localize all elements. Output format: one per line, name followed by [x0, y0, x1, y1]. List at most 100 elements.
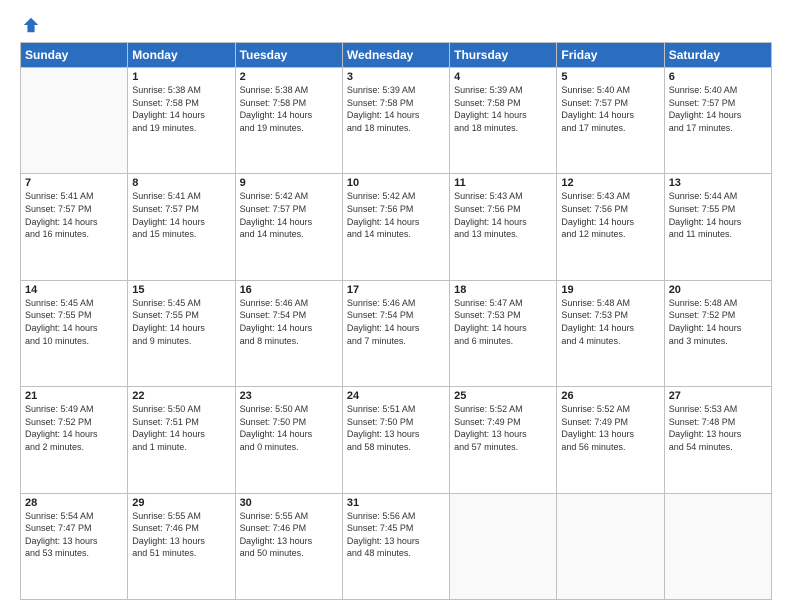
day-number: 25	[454, 390, 552, 402]
day-number: 19	[561, 284, 659, 296]
day-cell: 21Sunrise: 5:49 AM Sunset: 7:52 PM Dayli…	[21, 387, 128, 493]
day-cell: 24Sunrise: 5:51 AM Sunset: 7:50 PM Dayli…	[342, 387, 449, 493]
day-info: Sunrise: 5:44 AM Sunset: 7:55 PM Dayligh…	[669, 190, 767, 240]
day-info: Sunrise: 5:41 AM Sunset: 7:57 PM Dayligh…	[132, 190, 230, 240]
week-row-2: 14Sunrise: 5:45 AM Sunset: 7:55 PM Dayli…	[21, 280, 772, 386]
day-number: 4	[454, 71, 552, 83]
day-number: 29	[132, 497, 230, 509]
day-cell: 16Sunrise: 5:46 AM Sunset: 7:54 PM Dayli…	[235, 280, 342, 386]
day-cell: 7Sunrise: 5:41 AM Sunset: 7:57 PM Daylig…	[21, 174, 128, 280]
day-number: 17	[347, 284, 445, 296]
day-info: Sunrise: 5:50 AM Sunset: 7:50 PM Dayligh…	[240, 403, 338, 453]
day-number: 11	[454, 177, 552, 189]
week-row-0: 1Sunrise: 5:38 AM Sunset: 7:58 PM Daylig…	[21, 68, 772, 174]
day-cell: 23Sunrise: 5:50 AM Sunset: 7:50 PM Dayli…	[235, 387, 342, 493]
day-cell: 22Sunrise: 5:50 AM Sunset: 7:51 PM Dayli…	[128, 387, 235, 493]
day-number: 1	[132, 71, 230, 83]
day-number: 2	[240, 71, 338, 83]
day-number: 24	[347, 390, 445, 402]
day-cell	[557, 493, 664, 599]
day-info: Sunrise: 5:51 AM Sunset: 7:50 PM Dayligh…	[347, 403, 445, 453]
day-info: Sunrise: 5:42 AM Sunset: 7:57 PM Dayligh…	[240, 190, 338, 240]
day-cell: 19Sunrise: 5:48 AM Sunset: 7:53 PM Dayli…	[557, 280, 664, 386]
day-cell: 30Sunrise: 5:55 AM Sunset: 7:46 PM Dayli…	[235, 493, 342, 599]
day-number: 31	[347, 497, 445, 509]
col-header-friday: Friday	[557, 43, 664, 68]
day-info: Sunrise: 5:45 AM Sunset: 7:55 PM Dayligh…	[25, 297, 123, 347]
day-cell: 1Sunrise: 5:38 AM Sunset: 7:58 PM Daylig…	[128, 68, 235, 174]
day-cell: 12Sunrise: 5:43 AM Sunset: 7:56 PM Dayli…	[557, 174, 664, 280]
day-number: 16	[240, 284, 338, 296]
day-number: 23	[240, 390, 338, 402]
day-cell: 8Sunrise: 5:41 AM Sunset: 7:57 PM Daylig…	[128, 174, 235, 280]
day-info: Sunrise: 5:46 AM Sunset: 7:54 PM Dayligh…	[347, 297, 445, 347]
header	[20, 16, 772, 34]
col-header-tuesday: Tuesday	[235, 43, 342, 68]
day-info: Sunrise: 5:52 AM Sunset: 7:49 PM Dayligh…	[454, 403, 552, 453]
day-cell: 3Sunrise: 5:39 AM Sunset: 7:58 PM Daylig…	[342, 68, 449, 174]
day-number: 10	[347, 177, 445, 189]
day-cell: 2Sunrise: 5:38 AM Sunset: 7:58 PM Daylig…	[235, 68, 342, 174]
day-cell: 10Sunrise: 5:42 AM Sunset: 7:56 PM Dayli…	[342, 174, 449, 280]
day-cell: 6Sunrise: 5:40 AM Sunset: 7:57 PM Daylig…	[664, 68, 771, 174]
day-info: Sunrise: 5:47 AM Sunset: 7:53 PM Dayligh…	[454, 297, 552, 347]
day-number: 14	[25, 284, 123, 296]
day-number: 28	[25, 497, 123, 509]
day-info: Sunrise: 5:42 AM Sunset: 7:56 PM Dayligh…	[347, 190, 445, 240]
day-info: Sunrise: 5:50 AM Sunset: 7:51 PM Dayligh…	[132, 403, 230, 453]
logo-icon	[22, 16, 40, 34]
calendar-table: SundayMondayTuesdayWednesdayThursdayFrid…	[20, 42, 772, 600]
day-number: 9	[240, 177, 338, 189]
day-info: Sunrise: 5:54 AM Sunset: 7:47 PM Dayligh…	[25, 510, 123, 560]
day-number: 27	[669, 390, 767, 402]
day-number: 22	[132, 390, 230, 402]
day-info: Sunrise: 5:39 AM Sunset: 7:58 PM Dayligh…	[454, 84, 552, 134]
day-cell: 27Sunrise: 5:53 AM Sunset: 7:48 PM Dayli…	[664, 387, 771, 493]
week-row-3: 21Sunrise: 5:49 AM Sunset: 7:52 PM Dayli…	[21, 387, 772, 493]
day-cell: 28Sunrise: 5:54 AM Sunset: 7:47 PM Dayli…	[21, 493, 128, 599]
day-cell: 15Sunrise: 5:45 AM Sunset: 7:55 PM Dayli…	[128, 280, 235, 386]
day-cell	[21, 68, 128, 174]
day-info: Sunrise: 5:46 AM Sunset: 7:54 PM Dayligh…	[240, 297, 338, 347]
day-info: Sunrise: 5:48 AM Sunset: 7:53 PM Dayligh…	[561, 297, 659, 347]
logo	[20, 16, 40, 34]
col-header-thursday: Thursday	[450, 43, 557, 68]
day-info: Sunrise: 5:48 AM Sunset: 7:52 PM Dayligh…	[669, 297, 767, 347]
day-info: Sunrise: 5:40 AM Sunset: 7:57 PM Dayligh…	[561, 84, 659, 134]
col-header-sunday: Sunday	[21, 43, 128, 68]
day-cell: 25Sunrise: 5:52 AM Sunset: 7:49 PM Dayli…	[450, 387, 557, 493]
day-number: 3	[347, 71, 445, 83]
day-info: Sunrise: 5:55 AM Sunset: 7:46 PM Dayligh…	[240, 510, 338, 560]
day-cell: 11Sunrise: 5:43 AM Sunset: 7:56 PM Dayli…	[450, 174, 557, 280]
day-number: 21	[25, 390, 123, 402]
day-info: Sunrise: 5:49 AM Sunset: 7:52 PM Dayligh…	[25, 403, 123, 453]
day-info: Sunrise: 5:38 AM Sunset: 7:58 PM Dayligh…	[132, 84, 230, 134]
day-info: Sunrise: 5:52 AM Sunset: 7:49 PM Dayligh…	[561, 403, 659, 453]
day-number: 8	[132, 177, 230, 189]
day-info: Sunrise: 5:38 AM Sunset: 7:58 PM Dayligh…	[240, 84, 338, 134]
header-row: SundayMondayTuesdayWednesdayThursdayFrid…	[21, 43, 772, 68]
day-cell: 14Sunrise: 5:45 AM Sunset: 7:55 PM Dayli…	[21, 280, 128, 386]
day-cell: 26Sunrise: 5:52 AM Sunset: 7:49 PM Dayli…	[557, 387, 664, 493]
day-info: Sunrise: 5:43 AM Sunset: 7:56 PM Dayligh…	[561, 190, 659, 240]
day-cell: 9Sunrise: 5:42 AM Sunset: 7:57 PM Daylig…	[235, 174, 342, 280]
day-number: 15	[132, 284, 230, 296]
col-header-saturday: Saturday	[664, 43, 771, 68]
day-info: Sunrise: 5:55 AM Sunset: 7:46 PM Dayligh…	[132, 510, 230, 560]
day-cell: 20Sunrise: 5:48 AM Sunset: 7:52 PM Dayli…	[664, 280, 771, 386]
day-cell: 13Sunrise: 5:44 AM Sunset: 7:55 PM Dayli…	[664, 174, 771, 280]
day-info: Sunrise: 5:56 AM Sunset: 7:45 PM Dayligh…	[347, 510, 445, 560]
day-number: 13	[669, 177, 767, 189]
day-number: 12	[561, 177, 659, 189]
day-info: Sunrise: 5:41 AM Sunset: 7:57 PM Dayligh…	[25, 190, 123, 240]
day-info: Sunrise: 5:45 AM Sunset: 7:55 PM Dayligh…	[132, 297, 230, 347]
day-info: Sunrise: 5:43 AM Sunset: 7:56 PM Dayligh…	[454, 190, 552, 240]
day-number: 7	[25, 177, 123, 189]
day-number: 26	[561, 390, 659, 402]
day-cell: 31Sunrise: 5:56 AM Sunset: 7:45 PM Dayli…	[342, 493, 449, 599]
day-number: 30	[240, 497, 338, 509]
page: SundayMondayTuesdayWednesdayThursdayFrid…	[0, 0, 792, 612]
day-number: 20	[669, 284, 767, 296]
col-header-wednesday: Wednesday	[342, 43, 449, 68]
day-cell: 18Sunrise: 5:47 AM Sunset: 7:53 PM Dayli…	[450, 280, 557, 386]
